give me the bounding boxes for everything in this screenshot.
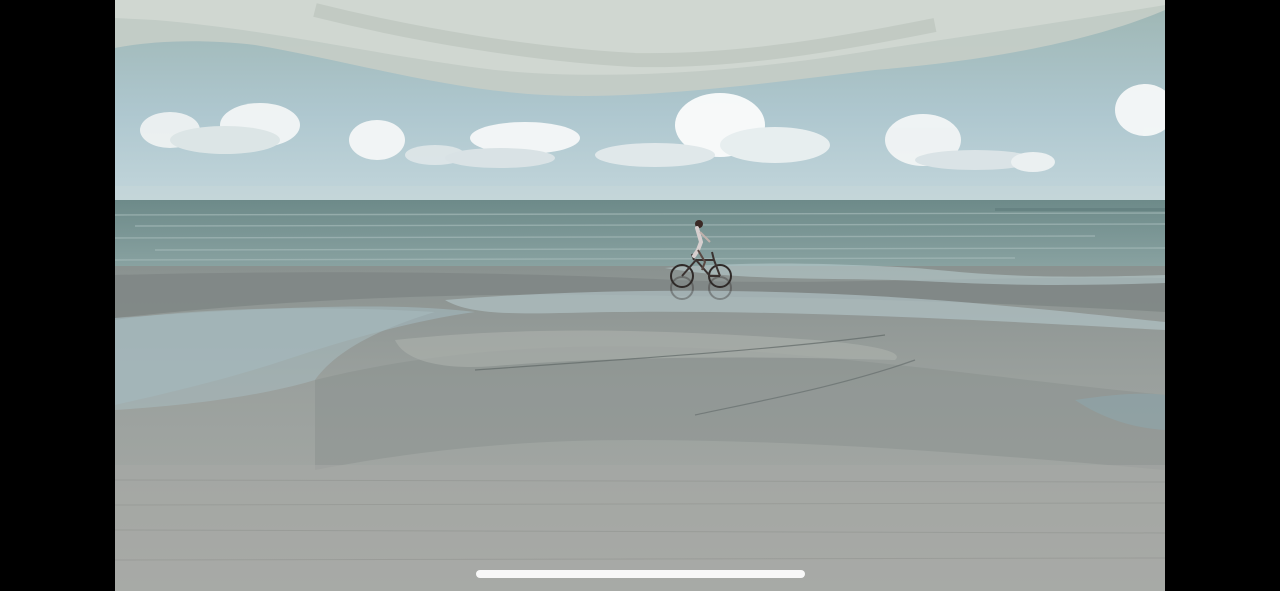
- beach-photo: [115, 0, 1165, 591]
- photo-viewer[interactable]: [115, 0, 1165, 591]
- home-indicator-bar[interactable]: [476, 570, 805, 578]
- letterbox-right: [1165, 0, 1280, 591]
- letterbox-left: [0, 0, 115, 591]
